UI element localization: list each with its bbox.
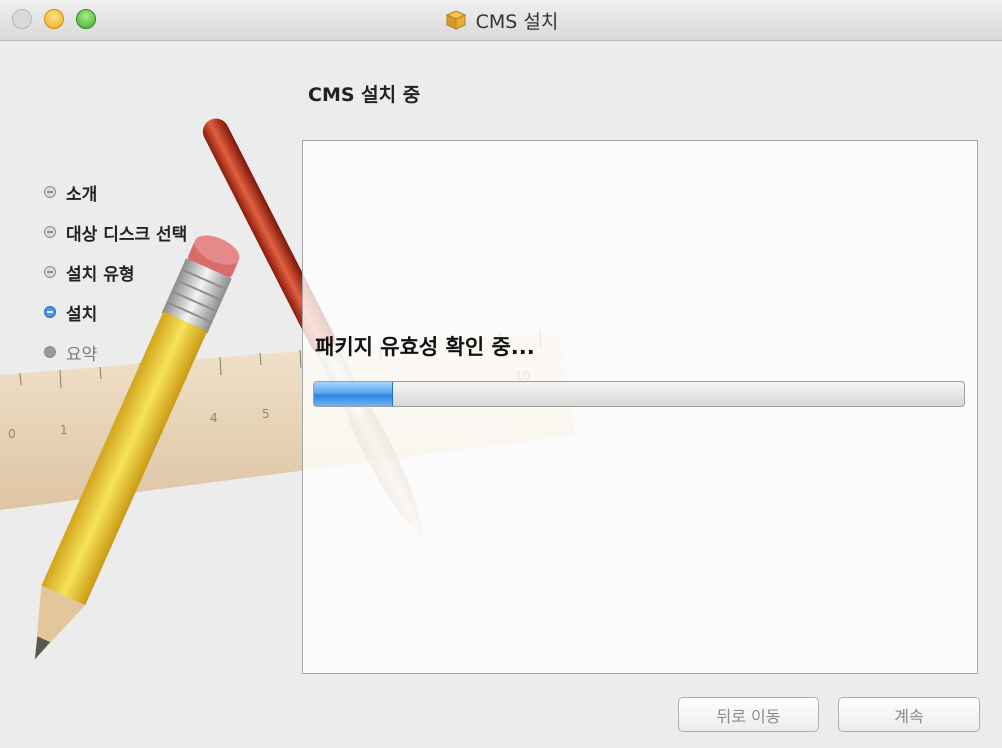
package-icon	[445, 10, 466, 30]
step-label: 설치 유형	[66, 264, 135, 285]
step-destination-select: 대상 디스크 선택	[44, 212, 294, 252]
step-label: 요약	[66, 344, 98, 365]
step-current-icon	[44, 306, 56, 318]
step-label: 소개	[66, 184, 98, 205]
step-done-icon	[44, 226, 56, 238]
svg-text:1: 1	[60, 423, 68, 437]
step-installation: 설치	[44, 292, 294, 332]
step-label: 설치	[66, 304, 98, 325]
title-bar: CMS 설치	[0, 0, 1002, 41]
svg-text:0: 0	[8, 427, 16, 441]
status-text: 패키지 유효성 확인 중...	[315, 335, 535, 359]
progress-fill	[314, 382, 393, 406]
step-pending-icon	[44, 346, 56, 358]
svg-text:4: 4	[210, 411, 218, 425]
page-title: CMS 설치 중	[308, 84, 421, 106]
step-label: 대상 디스크 선택	[66, 224, 188, 245]
step-done-icon	[44, 186, 56, 198]
step-done-icon	[44, 266, 56, 278]
window-title: CMS 설치	[475, 10, 559, 33]
progress-bar	[313, 381, 965, 407]
installer-steps: 소개 대상 디스크 선택 설치 유형 설치 요약	[44, 172, 294, 372]
step-summary: 요약	[44, 332, 294, 372]
installer-window: CMS 설치 0 1 4 5 소개 대상 디스크 선택 설치 유형 설치 요약 …	[0, 0, 1002, 748]
window-title-group: CMS 설치	[0, 0, 1002, 40]
content-panel: 패키지 유효성 확인 중...	[302, 140, 978, 674]
svg-text:5: 5	[262, 407, 270, 421]
back-button[interactable]: 뒤로 이동	[678, 697, 819, 732]
step-installation-type: 설치 유형	[44, 252, 294, 292]
step-introduction: 소개	[44, 172, 294, 212]
continue-button[interactable]: 계속	[838, 697, 980, 732]
